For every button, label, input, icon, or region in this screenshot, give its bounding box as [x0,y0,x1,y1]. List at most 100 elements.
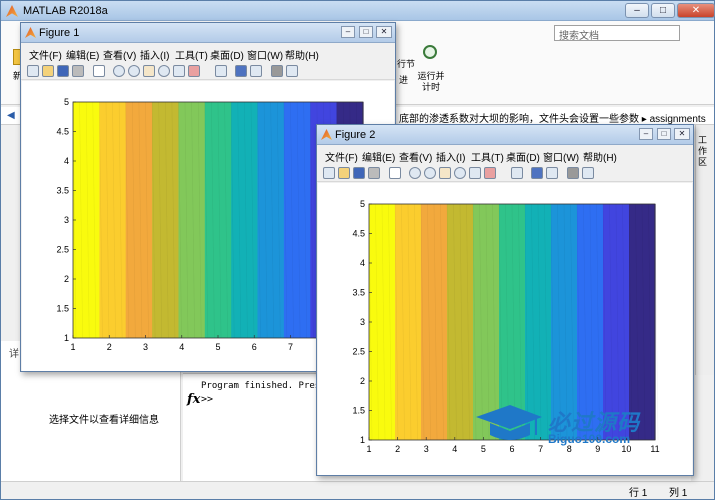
y-tick-label: 2.5 [352,347,365,357]
graduation-cap-logo-icon [476,405,542,440]
zoom-out-icon[interactable] [128,65,140,77]
print-icon[interactable] [72,65,84,77]
figure-2-titlebar[interactable]: Figure 2 – □ ✕ [317,125,693,145]
menu-help[interactable]: 帮助(H) [583,149,617,164]
colorbar-icon[interactable] [531,167,543,179]
figure-2-maximize-button[interactable]: □ [657,128,671,140]
figure-icon [25,27,36,38]
y-tick-label: 4.5 [56,127,69,137]
save-icon[interactable] [57,65,69,77]
menu-view[interactable]: 查看(V) [103,47,136,62]
details-panel-caption: 详 [9,349,19,360]
matlab-window-title: MATLAB R2018a [23,5,108,17]
pan-hand-icon[interactable] [143,65,155,77]
x-tick-label: 2 [395,444,400,454]
y-tick-label: 1.5 [352,406,365,416]
rotate-3d-icon[interactable] [158,65,170,77]
x-tick-label: 3 [424,444,429,454]
rotate-3d-icon[interactable] [454,167,466,179]
menu-tools[interactable]: 工具(T) [175,47,208,62]
status-row-label: 行 [629,488,639,499]
show-plot-tools-icon[interactable] [286,65,298,77]
run-advance-label: 进 [399,75,409,85]
zoom-in-icon[interactable] [113,65,125,77]
show-plot-tools-icon[interactable] [582,167,594,179]
figure-1-titlebar[interactable]: Figure 1 – □ ✕ [21,23,395,43]
menu-help[interactable]: 帮助(H) [285,47,319,62]
status-bar [1,481,714,499]
legend-icon[interactable] [546,167,558,179]
data-cursor-icon[interactable] [173,65,185,77]
link-plot-icon[interactable] [215,65,227,77]
y-tick-label: 5 [360,199,365,209]
menu-file[interactable]: 文件(F) [29,47,62,62]
y-tick-label: 2 [360,376,365,386]
save-icon[interactable] [353,167,365,179]
open-file-icon[interactable] [338,167,350,179]
print-icon[interactable] [368,167,380,179]
x-tick-label: 7 [288,342,293,352]
figure-1-close-button[interactable]: ✕ [376,26,392,38]
figure-icon [321,129,332,140]
figure-1-maximize-button[interactable]: □ [359,26,373,38]
run-and-time-icon[interactable] [423,45,437,59]
menu-tools[interactable]: 工具(T) [471,149,504,164]
close-button[interactable]: ✕ [677,3,715,18]
figure-2-menubar: 文件(F) 编辑(E) 查看(V) 插入(I) 工具(T) 桌面(D) 窗口(W… [317,146,693,164]
brush-icon[interactable] [188,65,200,77]
figure-2-minimize-button[interactable]: – [639,128,653,140]
zoom-out-icon[interactable] [424,167,436,179]
x-tick-label: 2 [107,342,112,352]
status-col-label: 列 [669,488,679,499]
menu-edit[interactable]: 编辑(E) [362,149,395,164]
current-folder-path[interactable]: 底部的渗透系数对大坝的影响，文件头会设置一些参数 ▸ assignments [399,110,706,125]
figure-1-toolbar [21,62,395,80]
x-tick-label: 6 [252,342,257,352]
figure-2-toolbar [317,164,693,182]
x-tick-label: 11 [650,444,659,454]
back-arrow-icon[interactable]: ◀ [7,110,15,121]
data-cursor-icon[interactable] [469,167,481,179]
x-tick-label: 4 [452,444,457,454]
link-plot-icon[interactable] [511,167,523,179]
select-arrow-icon[interactable] [389,167,401,179]
menu-edit[interactable]: 编辑(E) [66,47,99,62]
menu-insert[interactable]: 插入(I) [436,149,465,164]
select-arrow-icon[interactable] [93,65,105,77]
x-tick-label: 1 [366,444,371,454]
open-file-icon[interactable] [42,65,54,77]
figure-1-menubar: 文件(F) 编辑(E) 查看(V) 插入(I) 工具(T) 桌面(D) 窗口(W… [21,44,395,62]
maximize-button[interactable]: □ [651,3,675,18]
command-prompt[interactable]: >> [201,394,213,405]
menu-view[interactable]: 查看(V) [399,149,432,164]
run-section-label: 行节 [397,59,416,69]
y-tick-label: 3.5 [352,288,365,298]
menu-window[interactable]: 窗口(W) [543,149,579,164]
menu-file[interactable]: 文件(F) [325,149,358,164]
menu-desktop[interactable]: 桌面(D) [506,149,540,164]
hide-plot-tools-icon[interactable] [271,65,283,77]
y-tick-label: 4 [64,156,69,166]
minimize-button[interactable]: – [625,3,649,18]
search-documentation-input[interactable]: 搜索文档 [554,25,680,42]
menu-desktop[interactable]: 桌面(D) [210,47,244,62]
y-tick-label: 4 [360,258,365,268]
x-tick-label: 6 [509,444,514,454]
menu-window[interactable]: 窗口(W) [247,47,283,62]
legend-icon[interactable] [250,65,262,77]
brush-icon[interactable] [484,167,496,179]
y-tick-label: 5 [64,97,69,107]
function-browser-icon[interactable]: fx [187,392,200,407]
zoom-in-icon[interactable] [409,167,421,179]
menu-insert[interactable]: 插入(I) [140,47,169,62]
y-tick-label: 2 [64,274,69,284]
colorbar-icon[interactable] [235,65,247,77]
figure-1-minimize-button[interactable]: – [341,26,355,38]
new-figure-icon[interactable] [323,167,335,179]
figure-1-title: Figure 1 [39,27,80,39]
figure-2-close-button[interactable]: ✕ [674,128,690,140]
new-figure-icon[interactable] [27,65,39,77]
hide-plot-tools-icon[interactable] [567,167,579,179]
pan-hand-icon[interactable] [439,167,451,179]
x-tick-label: 3 [143,342,148,352]
